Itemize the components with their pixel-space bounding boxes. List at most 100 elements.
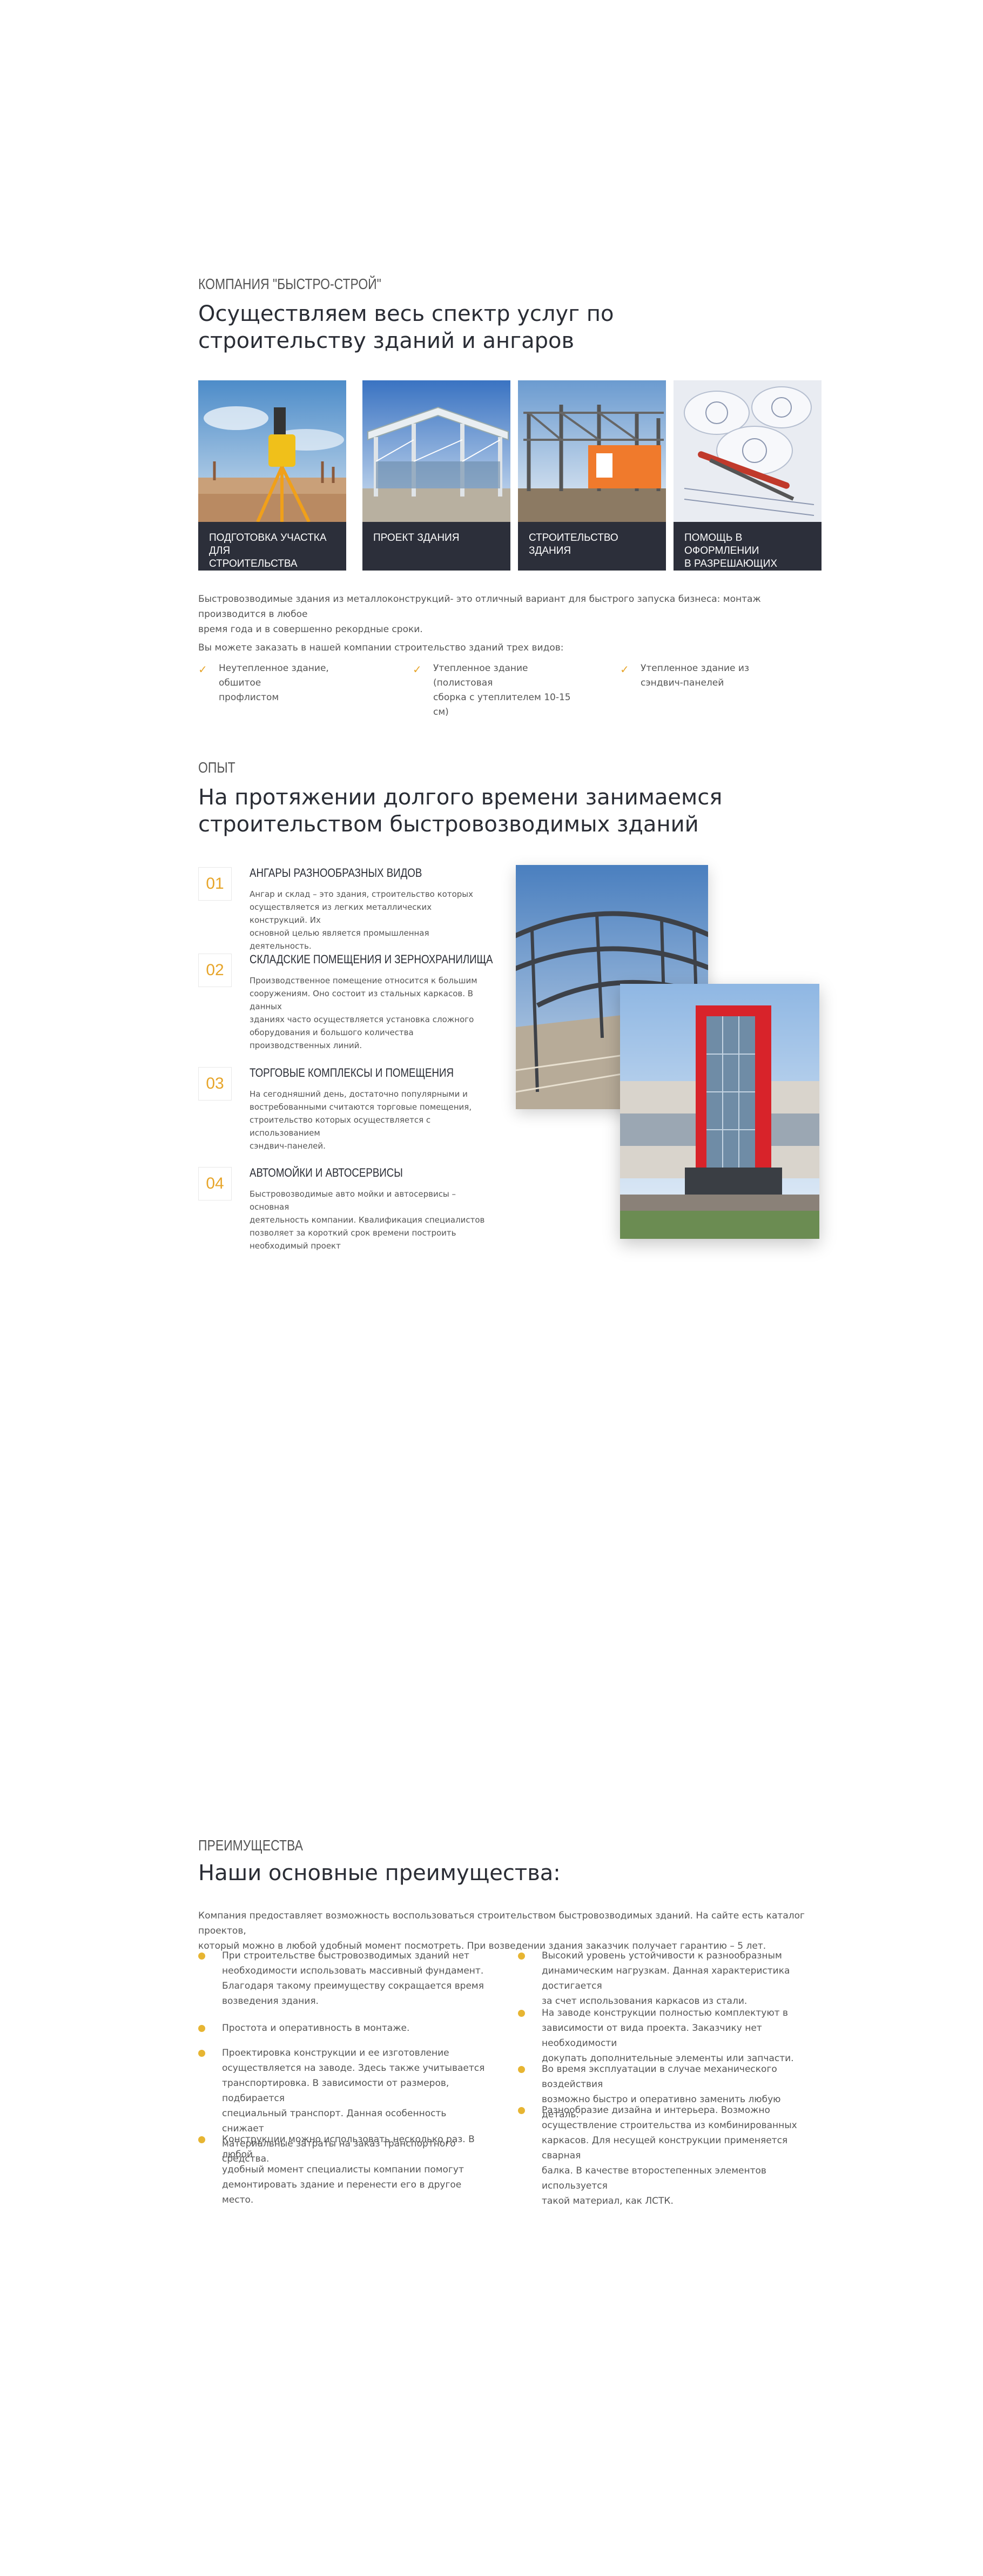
advantage-line: Разнообразие дизайна и интерьера. Возмож…: [542, 2105, 770, 2116]
bullet-icon: [198, 2025, 205, 2032]
building-types-list: ✓ Неутепленное здание, обшитое профлисто…: [198, 661, 819, 717]
item-number: 01: [198, 867, 232, 901]
item-text-line: производственных линий.: [250, 1041, 362, 1050]
caption-line: ПОМОЩЬ В ОФОРМЛЕНИИ: [684, 532, 759, 556]
advantage-item: Конструкции можно использовать несколько…: [198, 2132, 490, 2208]
service-card-permits[interactable]: ПОМОЩЬ В ОФОРМЛЕНИИ В РАЗРЕШАЮЩИХ ОРГАНА…: [674, 380, 822, 571]
advantage-item: На заводе конструкции полностью комплект…: [518, 2005, 810, 2066]
advantage-item: Разнообразие дизайна и интерьера. Возмож…: [518, 2103, 810, 2209]
caption-line: СТРОИТЕЛЬСТВА: [209, 558, 298, 569]
item-text: Быстровозводимые авто мойки и автосервис…: [250, 1188, 487, 1252]
check-text: Неутепленное здание, обшитое: [219, 663, 329, 688]
site-prep-image: [198, 380, 346, 522]
advantage-line: такой материал, как ЛСТК.: [542, 2196, 674, 2206]
item-text-line: Быстровозводимые авто мойки и автосервис…: [250, 1189, 456, 1212]
service-card-caption: ПОДГОТОВКА УЧАСТКА ДЛЯ СТРОИТЕЛЬСТВА: [198, 522, 346, 571]
advantage-line: динамическим нагрузкам. Данная характери…: [542, 1965, 790, 1991]
building-type-item: ✓ Утепленное здание (полистовая сборка с…: [413, 661, 585, 720]
bullet-icon: [198, 1953, 205, 1960]
advantage-line: Благодаря такому преимуществу сокращаетс…: [222, 1981, 484, 1991]
project-image: [362, 380, 510, 522]
item-number: 03: [198, 1067, 232, 1101]
services-text-line: Вы можете заказать в нашей компании стро…: [198, 642, 564, 653]
red-building-photo: [620, 984, 819, 1239]
caption-line: ПОДГОТОВКА УЧАСТКА ДЛЯ: [209, 532, 327, 556]
advantage-line: транспортировка. В зависимости от размер…: [222, 2078, 449, 2104]
advantage-line: осуществляется на заводе. Здесь также уч…: [222, 2063, 485, 2074]
advantages-title: Наши основные преимущества:: [198, 1861, 561, 1886]
advantage-item: Простота и оперативность в монтаже.: [198, 2021, 490, 2036]
intro-line: Компания предоставляет возможность воспо…: [198, 1910, 805, 1936]
bullet-icon: [518, 1953, 525, 1960]
advantage-line: балка. В качестве второстепенных элемент…: [542, 2165, 766, 2191]
bullet-icon: [518, 2066, 525, 2073]
service-card-caption: ПРОЕКТ ЗДАНИЯ: [362, 522, 510, 571]
item-title: АВТОМОЙКИ И АВТОСЕРВИСЫ: [250, 1166, 403, 1179]
services-section: КОМПАНИЯ "БЫСТРО-СТРОЙ" Осуществляем вес…: [198, 276, 822, 717]
item-number: 02: [198, 954, 232, 987]
item-text-line: Ангар и склад – это здания, строительств…: [250, 889, 474, 899]
check-text: Утепленное здание из: [641, 663, 749, 674]
check-icon: ✓: [620, 663, 629, 676]
advantage-line: необходимости использовать массивный фун…: [222, 1965, 484, 1976]
bullet-icon: [198, 2050, 205, 2057]
advantage-line: Конструкции можно использовать несколько…: [222, 2134, 475, 2160]
bullet-icon: [518, 2107, 525, 2114]
service-card-construction[interactable]: СТРОИТЕЛЬСТВО ЗДАНИЯ: [518, 380, 666, 571]
item-text-line: основной целью является промышленная дея…: [250, 928, 429, 951]
item-text: На сегодняшний день, достаточно популярн…: [250, 1088, 487, 1152]
experience-title-line: На протяжении долгого времени занимаемся: [198, 785, 723, 810]
service-card-caption: СТРОИТЕЛЬСТВО ЗДАНИЯ: [518, 522, 666, 571]
services-description: Быстровозводимые здания из металлоконстр…: [198, 592, 819, 655]
item-text-line: осуществляется из легких металлических к…: [250, 902, 432, 925]
item-text-line: необходимый проект: [250, 1241, 341, 1251]
services-text-line: Быстровозводимые здания из металлоконстр…: [198, 594, 761, 620]
advantage-line: удобный момент специалисты компании помо…: [222, 2164, 464, 2175]
item-number: 04: [198, 1167, 232, 1200]
advantage-line: каркасов. Для несущей конструкции примен…: [542, 2135, 788, 2161]
item-text: Производственное помещение относится к б…: [250, 974, 487, 1052]
item-title: СКЛАДСКИЕ ПОМЕЩЕНИЯ И ЗЕРНОХРАНИЛИЩА: [250, 952, 493, 966]
services-title: Осуществляем весь спектр услуг по строит…: [198, 300, 819, 354]
item-title: ТОРГОВЫЕ КОМПЛЕКСЫ И ПОМЕЩЕНИЯ: [250, 1066, 454, 1079]
advantage-line: При строительстве быстровозводимых здани…: [222, 1950, 469, 1961]
item-text-line: Производственное помещение относится к б…: [250, 976, 477, 985]
advantage-line: зависимости от вида проекта. Заказчику н…: [542, 2023, 762, 2049]
caption-line: ПРОЕКТ ЗДАНИЯ: [373, 532, 460, 544]
item-text-line: сэндвич-панелей.: [250, 1141, 326, 1151]
service-card-project[interactable]: ПРОЕКТ ЗДАНИЯ: [362, 380, 510, 571]
bullet-icon: [198, 2136, 205, 2143]
advantage-line: демонтировать здание и перенести его в д…: [222, 2179, 462, 2205]
advantage-line: Во время эксплуатации в случае механичес…: [542, 2064, 777, 2090]
check-text: профлистом: [219, 692, 279, 703]
bullet-icon: [518, 2010, 525, 2017]
service-card-site-prep[interactable]: ПОДГОТОВКА УЧАСТКА ДЛЯ СТРОИТЕЛЬСТВА: [198, 380, 346, 571]
advantage-line: возведения здания.: [222, 1996, 319, 2007]
construction-image: [518, 380, 666, 522]
advantage-line: На заводе конструкции полностью комплект…: [542, 2008, 789, 2018]
item-text-line: востребованными считаются торговые помещ…: [250, 1102, 472, 1112]
item-text-line: На сегодняшний день, достаточно популярн…: [250, 1089, 468, 1099]
building-type-item: ✓ Утепленное здание из сэндвич-панелей: [620, 661, 793, 690]
advantage-item: Высокий уровень устойчивости к разнообра…: [518, 1948, 810, 2009]
check-icon: ✓: [413, 663, 422, 676]
advantage-line: Простота и оперативность в монтаже.: [222, 2023, 410, 2034]
blueprints-image: [674, 380, 822, 522]
advantage-item: При строительстве быстровозводимых здани…: [198, 1948, 490, 2009]
advantage-line: специальный транспорт. Данная особенност…: [222, 2108, 447, 2134]
check-text: сборка с утеплителем 10-15 см): [433, 692, 571, 717]
experience-eyebrow: ОПЫТ: [198, 759, 235, 776]
advantages-intro: Компания предоставляет возможность воспо…: [198, 1908, 819, 1954]
caption-line: В РАЗРЕШАЮЩИХ ОРГАНАХ: [684, 558, 778, 569]
services-title-line: Осуществляем весь спектр услуг по: [198, 301, 614, 326]
experience-section: ОПЫТ На протяжении долгого времени заним…: [198, 759, 819, 1251]
check-icon: ✓: [198, 663, 207, 676]
advantage-line: Проектировка конструкции и ее изготовлен…: [222, 2048, 449, 2058]
item-text-line: зданиях часто осуществляется установка с…: [250, 1015, 474, 1024]
services-title-line: строительству зданий и ангаров: [198, 328, 575, 353]
advantages-eyebrow: ПРЕИМУЩЕСТВА: [198, 1837, 303, 1854]
advantage-line: осуществление строительства из комбиниро…: [542, 2120, 797, 2131]
item-text: Ангар и склад – это здания, строительств…: [250, 888, 487, 952]
services-text-line: время года и в совершенно рекордные срок…: [198, 624, 423, 635]
item-text-line: позволяет за короткий срок времени постр…: [250, 1228, 456, 1238]
